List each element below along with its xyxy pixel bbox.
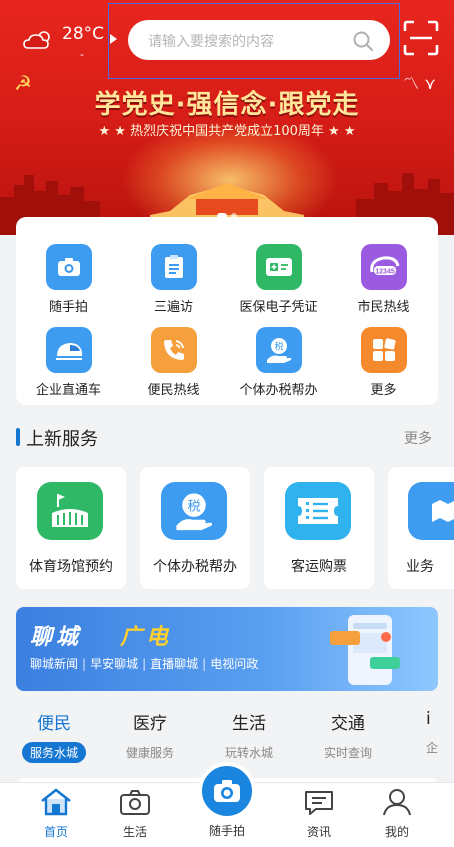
search-caret [110,34,117,44]
temperature: 28°C [62,24,105,44]
new-service-card[interactable]: 客运购票 [264,467,374,589]
quick-service-label: 企业直通车 [35,383,101,398]
phone-icon [150,327,197,373]
phone-illustration [330,615,400,685]
user-icon [383,789,411,816]
more-link[interactable]: 更多 [404,428,432,448]
ad-links: 聊城新闻 | 早安聊城 | 直播聊城 | 电视问政 [30,657,259,671]
quick-service-item[interactable]: 便民热线 [121,327,226,398]
more-grid-icon [360,327,407,373]
search-icon [353,31,373,51]
tab-convenience[interactable]: 便民 服务水城 [22,709,87,763]
banner-title: 学党史·强信念·跟党走 [94,90,360,120]
hotline-12345-icon: 12345 [360,244,407,290]
ad-link[interactable]: 聊城新闻 [30,657,78,671]
quick-service-label: 便民热线 [147,383,200,398]
tab-traffic[interactable]: 交通 实时查询 [316,709,380,763]
new-service-label: 个体办税帮办 [153,559,237,575]
medical-card-icon [255,244,302,290]
nav-news[interactable]: 资讯 [284,787,354,840]
tab-subtitle: 健康服务 [126,746,175,760]
temperature-sub: - [80,48,84,61]
quick-service-label: 市民热线 [357,300,410,315]
quick-service-label: 医保电子凭证 [239,300,318,315]
svg-text:税: 税 [274,341,283,353]
svg-text:税: 税 [187,498,200,514]
quick-service-item[interactable]: 医保电子凭证 [226,244,331,315]
search-placeholder: 请输入要搜索的内容 [148,34,274,50]
nav-mine[interactable]: 我的 [362,787,432,840]
tab-name: 交通 [331,714,365,734]
quick-service-item[interactable]: 更多 [331,327,436,398]
chat-bubble-icon [305,791,333,815]
snap-photo-label: 随手拍 [208,824,245,838]
quick-service-label: 个体办税帮办 [239,383,318,398]
quick-service-item[interactable]: 12345 市民热线 [331,244,436,315]
scan-qr-icon[interactable] [403,20,439,56]
nav-life[interactable]: 生活 [100,787,170,840]
tax-hand-icon: 税 [255,327,302,373]
tab-medical[interactable]: 医疗 健康服务 [118,709,182,763]
nav-home[interactable]: 首页 [21,787,91,840]
tax-hand-icon: 税 [161,482,227,540]
tab-name: 便民 [37,714,71,734]
section-accent-bar [16,428,20,446]
new-service-card[interactable]: 体育场馆预约 [16,467,126,589]
train-icon [45,327,92,373]
quick-service-item[interactable]: 企业直通车 [16,327,121,398]
ad-link[interactable]: 早安聊城 [90,657,138,671]
quick-service-label: 更多 [370,383,397,398]
camera-outline-icon [120,790,150,815]
checklist-icon [150,244,197,290]
new-service-label: 业务 [406,559,434,575]
section-title: 上新服务 [26,429,98,450]
cloudy-sun-icon [23,31,50,49]
ad-link[interactable]: 直播聊城 [150,657,198,671]
stadium-icon [37,482,103,540]
tab-subtitle: 服务水城 [22,742,87,763]
quick-service-label: 随手拍 [48,300,88,315]
search-input[interactable]: 请输入要搜索的内容 [128,20,390,60]
snap-photo-button[interactable] [198,762,256,820]
nav-label: 我的 [384,825,409,839]
camera-icon [214,780,240,802]
tab-subtitle: 实时查询 [324,746,373,760]
tab-subtitle: 企 [426,741,439,755]
new-service-label: 客运购票 [291,559,347,575]
nav-label: 首页 [43,825,68,839]
new-service-card[interactable]: 税 个体办税帮办 [140,467,250,589]
home-icon [41,788,71,816]
broadcast-ad-banner[interactable]: 聊城 广电 聊城新闻 | 早安聊城 | 直播聊城 | 电视问政 [16,607,438,691]
nav-label: 生活 [122,825,147,839]
tab-subtitle: 玩转水城 [225,746,274,760]
camera-icon [45,244,92,290]
nav-label: 资讯 [306,825,331,839]
tab-name: i [426,709,431,729]
new-service-card[interactable]: 业务 [388,467,454,589]
ticket-icon [285,482,351,540]
tab-enterprise[interactable]: i 企 [426,709,454,758]
tab-name: 医疗 [133,714,167,734]
quick-service-item[interactable]: 税 个体办税帮办 [226,327,331,398]
svg-text:12345: 12345 [375,269,395,276]
quick-service-item[interactable]: 三遍访 [121,244,226,315]
banner-subtitle: ★ ★ 热烈庆祝中国共产党成立100周年 ★ ★ [98,124,356,139]
ad-link[interactable]: 电视问政 [210,657,258,671]
weather-widget[interactable]: 28°C - [22,20,112,61]
quick-services-card: 随手拍 三遍访 医保电子凭证 12345 市民热线 企业直通车 便民热线 税 个… [16,217,438,405]
new-service-label: 体育场馆预约 [29,559,113,575]
tab-name: 生活 [232,714,266,734]
ad-title-yellow: 广电 [120,625,173,650]
ad-title-white: 聊城 [30,625,83,650]
quick-service-item[interactable]: 随手拍 [16,244,121,315]
tab-life[interactable]: 生活 玩转水城 [217,709,281,763]
map-icon [408,482,454,540]
quick-service-label: 三遍访 [153,300,193,315]
